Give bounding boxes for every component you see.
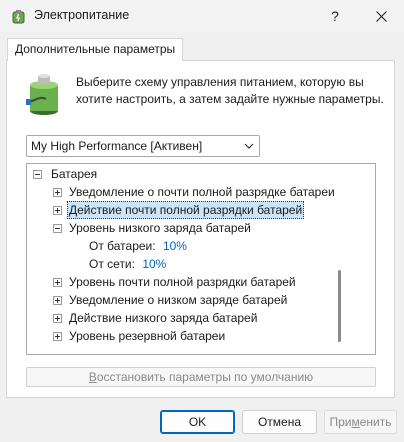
tree-label: Уведомление о низком заряде батарей	[69, 293, 288, 307]
battery-power-icon	[26, 74, 58, 115]
expand-icon[interactable]	[53, 206, 62, 215]
restore-label: осстановить параметры по умолчанию	[96, 370, 314, 384]
tree-label: Уведомление о почти полной разрядке бата…	[69, 185, 335, 199]
expand-icon[interactable]	[53, 188, 62, 197]
tree-label: Уровень резервной батареи	[69, 329, 226, 343]
apply-label-prefix: При	[329, 415, 352, 429]
power-options-icon	[12, 10, 25, 24]
apply-accel-key: м	[351, 415, 360, 429]
tree-scrollbar[interactable]	[338, 270, 341, 342]
tree-label: Действие низкого заряда батарей	[69, 311, 258, 325]
tree-label: Уровень низкого заряда батарей	[69, 221, 251, 235]
window-title: Электропитание	[34, 8, 130, 22]
title-bar: Электропитание ?	[0, 0, 404, 32]
expand-icon[interactable]	[53, 332, 62, 341]
setting-plugged-in: От сети: 10%	[89, 255, 166, 273]
setting-label: От батареи:	[89, 239, 156, 253]
tree-label: Уровень почти полной разрядки батарей	[69, 275, 296, 289]
restore-defaults-button[interactable]: Восстановить параметры по умолчанию	[26, 367, 376, 387]
description-text: Выберите схему управления питанием, кото…	[76, 75, 384, 106]
expand-icon[interactable]	[53, 296, 62, 305]
close-icon	[375, 10, 387, 22]
power-plan-select[interactable]: My High Performance [Активен]	[26, 135, 260, 157]
tab-label: Дополнительные параметры	[15, 42, 176, 56]
expand-icon[interactable]	[53, 278, 62, 287]
setting-value-link[interactable]: 10%	[163, 239, 187, 253]
apply-label-suffix: енить	[359, 415, 392, 429]
settings-tree[interactable]: Батарея Уведомление о почти полной разря…	[26, 163, 376, 355]
ok-label: OK	[188, 415, 207, 429]
close-button[interactable]	[362, 2, 400, 30]
restore-accel-key: В	[88, 370, 97, 384]
setting-on-battery: От батареи: 10%	[89, 237, 187, 255]
setting-value-link[interactable]: 10%	[142, 257, 166, 271]
chevron-down-icon	[244, 143, 254, 149]
collapse-icon[interactable]	[33, 170, 42, 179]
help-glyph: ?	[331, 8, 339, 24]
setting-label: От сети:	[89, 257, 135, 271]
tab-advanced-settings[interactable]: Дополнительные параметры	[7, 38, 184, 61]
ok-button[interactable]: OK	[160, 410, 235, 434]
apply-button[interactable]: Применить	[324, 410, 397, 434]
cancel-label: Отмена	[257, 415, 302, 429]
power-plan-value: My High Performance [Активен]	[31, 139, 203, 153]
collapse-icon[interactable]	[53, 224, 62, 233]
tree-label-selected: Действие почти полной разрядки батарей	[67, 201, 305, 219]
expand-icon[interactable]	[53, 314, 62, 323]
tree-label-battery: Батарея	[51, 167, 98, 181]
help-button[interactable]: ?	[318, 2, 352, 30]
cancel-button[interactable]: Отмена	[242, 410, 317, 434]
